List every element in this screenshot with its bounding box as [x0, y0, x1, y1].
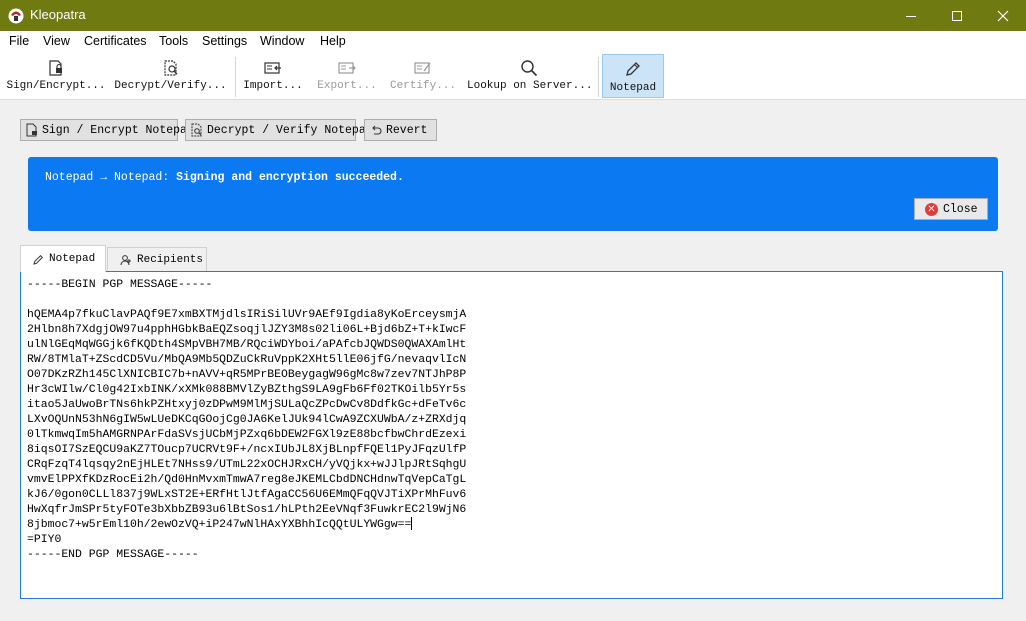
decrypt-verify-label: Decrypt/Verify...: [114, 80, 227, 92]
editor-line: vmvElPPXfKDzRocEi2h/Qd0HnMvxmTmwA7reg8eJ…: [27, 473, 467, 486]
banner-close-label: Close: [943, 202, 978, 216]
menu-view[interactable]: View: [43, 34, 70, 48]
editor-line: itao5JaUwoBrTNs6hkPZHtxyj0zDPwM9MlMjSULa…: [27, 398, 467, 411]
tab-recipients-label: Recipients: [137, 253, 204, 266]
editor-line: -----END PGP MESSAGE-----: [27, 548, 199, 561]
sign-encrypt-notepad-label: Sign / Encrypt Notepad: [42, 123, 194, 137]
revert-label: Revert: [386, 123, 428, 137]
kleopatra-app-icon: [8, 8, 24, 24]
decrypt-verify-button[interactable]: Decrypt/Verify...: [113, 53, 228, 100]
editor-line: hQEMA4p7fkuClavPAQf9E7xmBXTMjdlsIRiSilUV…: [27, 308, 467, 321]
sign-encrypt-icon: [26, 123, 37, 137]
export-icon: [338, 62, 356, 74]
minimize-icon: [906, 15, 916, 17]
tab-notepad[interactable]: Notepad: [20, 245, 106, 272]
title-bar: Kleopatra: [0, 0, 1026, 31]
maximize-button[interactable]: [934, 0, 980, 31]
toolbar-separator: [235, 57, 236, 97]
add-user-icon: [120, 254, 131, 265]
text-caret: [411, 517, 413, 531]
notepad-editor[interactable]: -----BEGIN PGP MESSAGE----- hQEMA4p7fkuC…: [20, 271, 1003, 599]
export-button[interactable]: Export...: [314, 53, 380, 100]
decrypt-verify-notepad-label: Decrypt / Verify Notepad: [207, 123, 373, 137]
minimize-button[interactable]: [888, 0, 934, 31]
sign-encrypt-icon: [49, 60, 62, 76]
sign-encrypt-label: Sign/Encrypt...: [6, 80, 106, 92]
editor-line: ulNlGEqMqWGGjk6fKQDth4SMpVBH7MB/RQciWDYb…: [27, 338, 467, 351]
editor-line: HwXqfrJmSPr5tyFOTe3bXbbZB93u6lBtSos1/hLP…: [27, 503, 467, 516]
import-button[interactable]: Import...: [242, 53, 304, 100]
pencil-icon: [626, 62, 640, 76]
window-title: Kleopatra: [30, 7, 86, 22]
maximize-icon: [952, 10, 962, 21]
lookup-on-server-button[interactable]: Lookup on Server...: [467, 53, 593, 100]
banner-prefix: Notepad → Notepad:: [45, 171, 177, 184]
menu-bar: File View Certificates Tools Settings Wi…: [0, 31, 1026, 53]
close-icon: [997, 10, 1009, 21]
editor-line: LXvOQUnN53hN6gIW5wLUeDKCqGOojCg0JA6KelJU…: [27, 413, 467, 426]
import-label: Import...: [243, 80, 303, 92]
editor-line: 8iqsOI7SzEQCU9aKZ7TOucp7UCRVt9F+/ncxIUbJ…: [27, 443, 467, 456]
tab-recipients[interactable]: Recipients: [107, 247, 207, 271]
sign-encrypt-button[interactable]: Sign/Encrypt...: [6, 53, 106, 100]
certify-label: Certify...: [389, 80, 456, 92]
editor-line: O07DKzRZh145ClXNICBIC7b+nAVV+qR5MPrBEOBe…: [27, 368, 467, 381]
menu-settings[interactable]: Settings: [202, 34, 247, 48]
tab-notepad-label: Notepad: [49, 253, 96, 265]
editor-line: 0lTkmwqIm5hAMGRNPArFdaSVsjUCbMjPZxq6bDEW…: [27, 428, 467, 441]
main-toolbar: Sign/Encrypt... Decrypt/Verify... Import…: [0, 53, 1026, 100]
certify-icon: [414, 62, 431, 74]
lookup-on-server-label: Lookup on Server...: [467, 80, 593, 92]
import-icon: [264, 62, 281, 74]
close-circle-icon: ✕: [925, 202, 938, 216]
editor-line: kJ6/0gon0CLLl837j9WLxST2E+ERfHtlJtfAgaCC…: [27, 488, 467, 501]
menu-file[interactable]: File: [9, 34, 29, 48]
revert-button[interactable]: Revert: [364, 119, 437, 141]
toolbar-separator: [598, 57, 599, 97]
editor-line: 2Hlbn8h7XdgjOW97u4pphHGbkBaEQZsoqjlJZY3M…: [27, 323, 467, 336]
pencil-icon: [33, 254, 44, 265]
decrypt-verify-icon: [191, 123, 202, 137]
editor-line: CRqFzqT4lqsqy2nEjHLEt7NHss9/UTmL22xOCHJR…: [27, 458, 467, 471]
editor-line: 8jbmoc7+w5rEml10h/2ewOzVQ+iP247wNlHAxYXB…: [27, 517, 413, 532]
menu-help[interactable]: Help: [320, 34, 346, 48]
close-window-button[interactable]: [980, 0, 1026, 31]
notepad-button[interactable]: Notepad: [602, 54, 664, 98]
editor-line: Hr3cWIlw/Cl0g42IxbINK/xXMk088BMVlZyBZthg…: [27, 383, 467, 396]
notepad-label: Notepad: [609, 82, 657, 94]
editor-line: RW/8TMlaT+ZScdCD5Vu/MbQA9Mb5QDZuCkRuVppK…: [27, 353, 467, 366]
menu-tools[interactable]: Tools: [159, 34, 188, 48]
success-banner: Notepad → Notepad: Signing and encryptio…: [28, 157, 998, 231]
editor-line: -----BEGIN PGP MESSAGE-----: [27, 278, 213, 291]
sign-encrypt-notepad-button[interactable]: Sign / Encrypt Notepad: [20, 119, 194, 141]
banner-close-button[interactable]: ✕ Close: [914, 198, 988, 220]
banner-status: Signing and encryption succeeded.: [176, 171, 404, 184]
export-label: Export...: [317, 80, 377, 92]
menu-window[interactable]: Window: [260, 34, 304, 48]
editor-line: =PIY0: [27, 533, 62, 546]
certify-button[interactable]: Certify...: [387, 53, 459, 100]
decrypt-verify-notepad-button[interactable]: Decrypt / Verify Notepad: [185, 119, 373, 141]
decrypt-verify-icon: [163, 60, 177, 76]
undo-icon: [372, 125, 382, 135]
editor-line-text: 8jbmoc7+w5rEml10h/2ewOzVQ+iP247wNlHAxYXB…: [27, 518, 412, 531]
banner-message: Notepad → Notepad: Signing and encryptio…: [45, 171, 404, 184]
search-icon: [521, 60, 538, 77]
menu-certificates[interactable]: Certificates: [84, 34, 147, 48]
